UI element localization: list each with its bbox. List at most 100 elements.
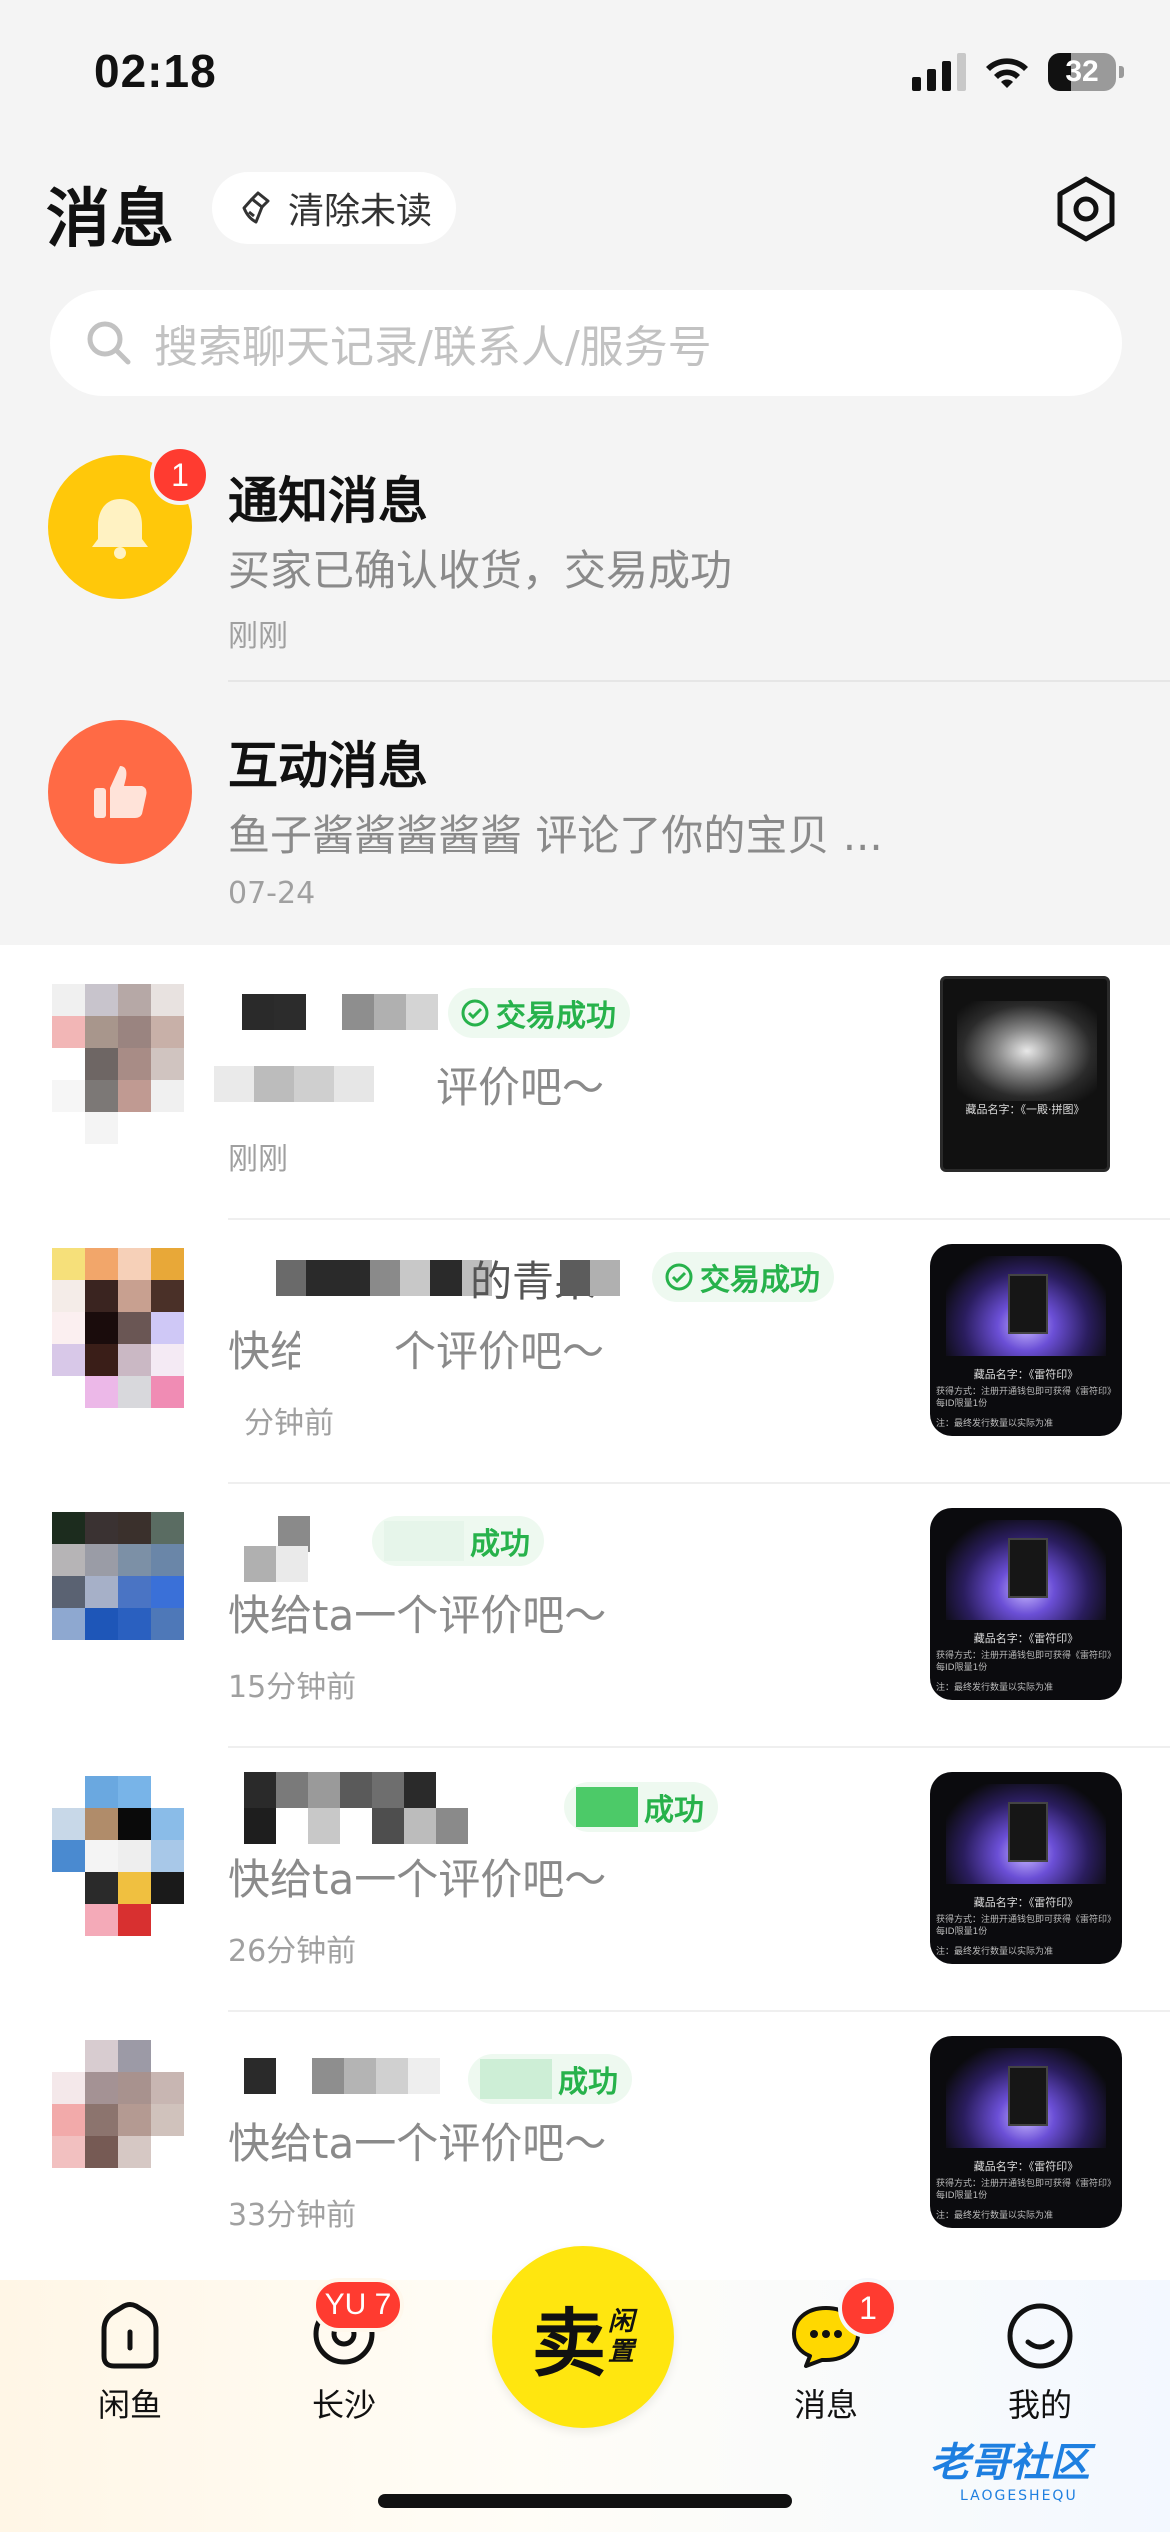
deal-success-badge: 交易成功 bbox=[652, 1252, 834, 1302]
status-time: 02:18 bbox=[94, 45, 217, 97]
clear-unread-label: 清除未读 bbox=[288, 191, 433, 232]
deal-status-label: 成功 bbox=[644, 1793, 704, 1828]
contact-name-blurred bbox=[244, 1772, 436, 1808]
contact-name-blurred bbox=[244, 1546, 308, 1582]
tab-city[interactable]: 长沙 YU 7 bbox=[264, 2278, 424, 2426]
chat-row[interactable]: 交易成功 评价吧～ 刚刚 藏品名字：《一殿·拼图》 bbox=[0, 956, 1170, 1220]
thumbnail-caption: 藏品名字：《雷符印》 bbox=[973, 1896, 1079, 1909]
tab-messages-label: 消息 bbox=[793, 2386, 858, 2424]
chat-row[interactable]: 成功 快给ta一个评价吧～ 15分钟前 藏品名字：《雷符印》 获得方式：注册开通… bbox=[0, 1484, 1170, 1748]
thumbs-up-icon bbox=[94, 766, 147, 818]
sell-sublabel-bottom: 置 bbox=[607, 2337, 634, 2367]
chat-preview-tail: 个评价吧～ bbox=[394, 1327, 605, 1376]
watermark-main: 老哥社区 bbox=[930, 2440, 1090, 2486]
tab-profile-label: 我的 bbox=[1007, 2386, 1072, 2424]
thumbnail-note: 注：最终发行数量以实际为准 bbox=[936, 1683, 1054, 1693]
interaction-time: 07-24 bbox=[228, 876, 316, 911]
notification-time: 刚刚 bbox=[228, 619, 288, 654]
deal-status-label: 交易成功 bbox=[496, 999, 616, 1034]
contact-name-blurred bbox=[276, 1260, 492, 1296]
check-circle-icon bbox=[665, 1263, 693, 1291]
item-thumbnail: 藏品名字：《雷符印》 获得方式：注册开通钱包即可获得《雷符印》每ID限量1份 注… bbox=[930, 2036, 1122, 2228]
deal-success-badge: 成功 bbox=[468, 2054, 632, 2104]
status-icons: 32 bbox=[912, 50, 1124, 94]
bell-icon bbox=[92, 499, 148, 559]
deal-status-label: 交易成功 bbox=[700, 1263, 820, 1298]
thumbnail-note: 注：最终发行数量以实际为准 bbox=[936, 1947, 1054, 1957]
home-indicator[interactable] bbox=[378, 2494, 792, 2508]
search-input[interactable]: 搜索聊天记录/联系人/服务号 bbox=[50, 290, 1122, 396]
deal-success-badge: 成功 bbox=[372, 1516, 544, 1566]
thumbnail-caption: 藏品名字：《雷符印》 bbox=[973, 2160, 1079, 2173]
thumbnail-caption: 藏品名字：《一殿·拼图》 bbox=[965, 1103, 1085, 1116]
thumbnail-text: 获得方式：注册开通钱包即可获得《雷符印》每ID限量1份 bbox=[936, 1651, 1117, 1673]
tab-home-label: 闲鱼 bbox=[97, 2386, 162, 2424]
contact-name-blurred bbox=[244, 2058, 440, 2094]
interaction-avatar bbox=[48, 720, 192, 864]
chat-row[interactable]: 成功 快给ta一个评价吧～ 33分钟前 藏品名字：《雷符印》 获得方式：注册开通… bbox=[0, 2012, 1170, 2276]
chat-time: 刚刚 bbox=[228, 1142, 288, 1177]
watermark-logo: 老哥社区 LAOGESHEQU bbox=[930, 2430, 1090, 2504]
deal-success-badge: 成功 bbox=[564, 1782, 718, 1832]
avatar bbox=[52, 1512, 184, 1672]
tab-profile[interactable]: 我的 bbox=[960, 2300, 1120, 2426]
broom-icon bbox=[242, 191, 270, 224]
check-circle-icon bbox=[461, 999, 489, 1027]
settings-gear-icon[interactable] bbox=[1050, 173, 1122, 245]
item-thumbnail: 藏品名字：《雷符印》 获得方式：注册开通钱包即可获得《雷符印》每ID限量1份 注… bbox=[930, 1508, 1122, 1700]
thumbnail-text: 获得方式：注册开通钱包即可获得《雷符印》每ID限量1份 bbox=[936, 1915, 1117, 1937]
avatar bbox=[52, 1776, 184, 1936]
interaction-subtitle: 鱼子酱酱酱酱酱 评论了你的宝贝 ... bbox=[228, 811, 883, 860]
preview-blur bbox=[214, 1066, 434, 1102]
thumbnail-text: 获得方式：注册开通钱包即可获得《雷符印》每ID限量1份 bbox=[936, 1387, 1117, 1409]
battery-indicator: 32 bbox=[1048, 53, 1124, 91]
cellular-signal-icon bbox=[912, 53, 966, 91]
divider bbox=[228, 680, 1170, 682]
chat-preview: 快给ta一个评价吧～ bbox=[228, 1591, 607, 1640]
interaction-title: 互动消息 bbox=[228, 737, 428, 795]
battery-level: 32 bbox=[1065, 55, 1099, 88]
sell-label: 卖 bbox=[531, 2300, 606, 2387]
chat-preview: 评价吧～ bbox=[436, 1063, 605, 1112]
chat-preview: 快给ta一个评价吧～ bbox=[228, 1855, 607, 1904]
sell-sublabel: 闲 置 bbox=[606, 2307, 634, 2367]
tab-messages[interactable]: 消息 1 bbox=[746, 2278, 906, 2426]
chat-preview: 快给ta一个评价吧～ bbox=[228, 2119, 607, 2168]
search-placeholder: 搜索聊天记录/联系人/服务号 bbox=[154, 322, 712, 373]
watermark-sub: LAOGESHEQU bbox=[960, 2488, 1078, 2504]
tab-city-label: 长沙 bbox=[311, 2386, 376, 2424]
thumbnail-caption: 藏品名字：《雷符印》 bbox=[973, 1368, 1079, 1381]
deal-status-label: 成功 bbox=[558, 2065, 618, 2100]
thumbnail-note: 注：最终发行数量以实际为准 bbox=[936, 1419, 1054, 1429]
avatar bbox=[52, 2040, 184, 2200]
preview-blur bbox=[300, 1320, 380, 1400]
item-thumbnail: 藏品名字：《雷符印》 获得方式：注册开通钱包即可获得《雷符印》每ID限量1份 注… bbox=[930, 1244, 1122, 1436]
avatar bbox=[52, 1248, 184, 1408]
wifi-icon bbox=[986, 58, 1028, 88]
chat-time: 33分钟前 bbox=[228, 2198, 357, 2233]
contact-name-blurred bbox=[560, 1260, 620, 1296]
thumbnail-text: 获得方式：注册开通钱包即可获得《雷符印》每ID限量1份 bbox=[936, 2179, 1117, 2201]
chat-row[interactable]: 成功 快给ta一个评价吧～ 26分钟前 藏品名字：《雷符印》 获得方式：注册开通… bbox=[0, 1748, 1170, 2012]
search-icon bbox=[87, 321, 131, 365]
tab-home[interactable]: 闲鱼 bbox=[50, 2300, 210, 2426]
deal-status-label: 成功 bbox=[470, 1527, 530, 1562]
item-thumbnail: 藏品名字：《雷符印》 获得方式：注册开通钱包即可获得《雷符印》每ID限量1份 注… bbox=[930, 1772, 1122, 1964]
chat-time: 26分钟前 bbox=[228, 1934, 357, 1969]
home-icon bbox=[101, 2302, 159, 2369]
chat-time: 15分钟前 bbox=[228, 1670, 357, 1705]
notification-unread-badge: 1 bbox=[150, 445, 210, 505]
item-thumbnail: 藏品名字：《一殿·拼图》 bbox=[940, 976, 1110, 1172]
chat-time: 分钟前 bbox=[244, 1406, 334, 1441]
smile-face-icon bbox=[1007, 2303, 1073, 2369]
contact-name-blurred bbox=[244, 1808, 468, 1844]
clear-unread-button[interactable]: 清除未读 bbox=[212, 172, 457, 244]
thumbnail-caption: 藏品名字：《雷符印》 bbox=[973, 1632, 1079, 1645]
notification-title: 通知消息 bbox=[228, 472, 428, 530]
messages-badge: 1 bbox=[838, 2278, 898, 2338]
notification-messages-row[interactable]: 1 通知消息 买家已确认收货，交易成功 刚刚 bbox=[0, 425, 1170, 685]
interaction-messages-row[interactable]: 互动消息 鱼子酱酱酱酱酱 评论了你的宝贝 ... 07-24 bbox=[0, 690, 1170, 950]
sell-button[interactable]: 卖 闲 置 bbox=[492, 2246, 674, 2428]
chat-row[interactable]: 的青果 交易成功 快给t 个评价吧～ 分钟前 藏品名字：《雷符印》 获得方式：注… bbox=[0, 1220, 1170, 1484]
avatar bbox=[52, 984, 184, 1144]
